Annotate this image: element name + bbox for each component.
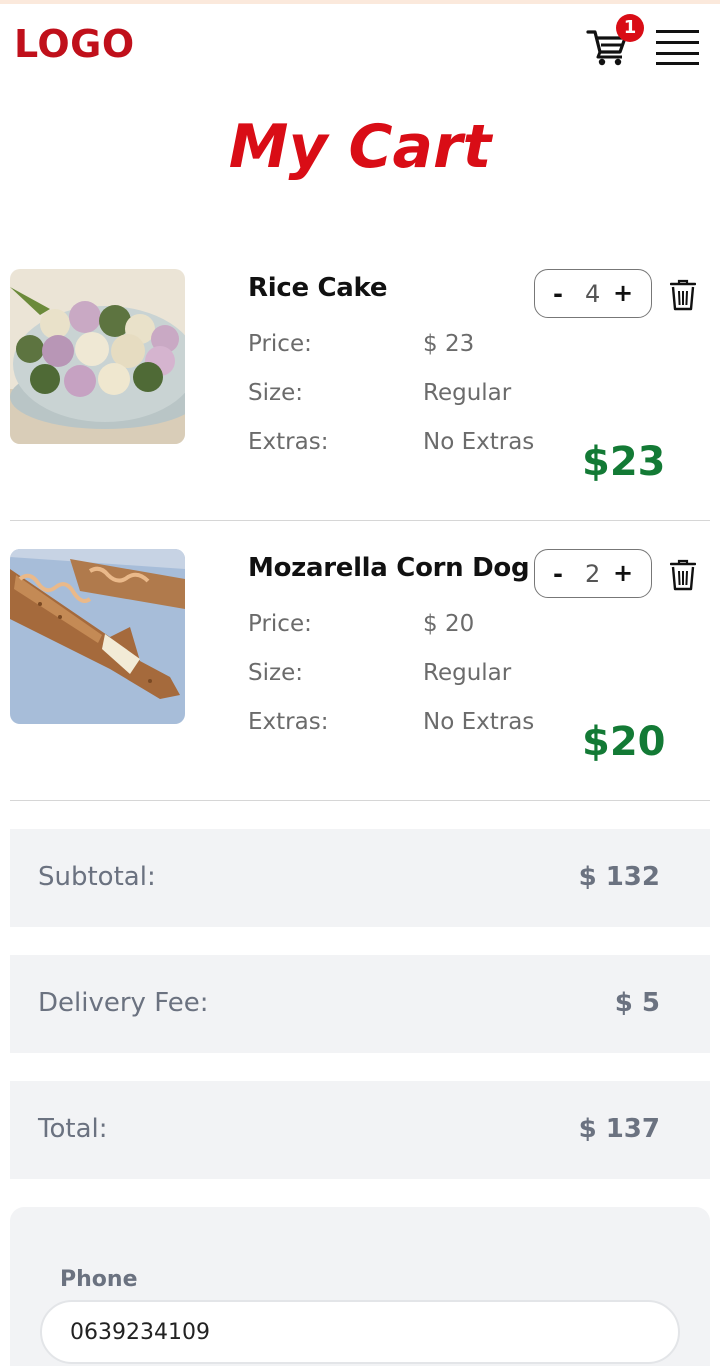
size-label: Size:: [248, 380, 303, 406]
quantity-stepper: - 2 +: [534, 549, 652, 598]
phone-label: Phone: [60, 1267, 138, 1292]
cart-count-badge: 1: [616, 14, 644, 42]
extras-label: Extras:: [248, 429, 329, 455]
phone-input[interactable]: [40, 1300, 680, 1364]
subtotal-row: Subtotal: $ 132: [10, 829, 710, 927]
size-label: Size:: [248, 660, 303, 686]
extras-value: No Extras: [423, 429, 535, 455]
delivery-fee-row: Delivery Fee: $ 5: [10, 955, 710, 1053]
extras-label: Extras:: [248, 709, 329, 735]
delivery-fee-value: $ 5: [614, 988, 660, 1018]
product-image-rice-cake: [10, 269, 185, 444]
cart-item: Mozarella Corn Dog Price: $ 20 Size: Reg…: [10, 549, 710, 801]
item-name: Mozarella Corn Dog: [248, 553, 530, 583]
item-line-total: $20: [582, 719, 666, 765]
remove-item-button[interactable]: [669, 279, 697, 311]
item-name: Rice Cake: [248, 273, 388, 303]
price-label: Price:: [248, 331, 312, 357]
checkout-form: Phone: [10, 1207, 710, 1366]
quantity-stepper: - 4 +: [534, 269, 652, 318]
cart-item: Rice Cake Price: $ 23 Size: Regular Extr…: [10, 269, 710, 521]
total-label: Total:: [38, 1114, 108, 1144]
size-value: Regular: [423, 380, 512, 406]
trash-icon: [669, 559, 697, 591]
remove-item-button[interactable]: [669, 559, 697, 591]
menu-icon: [656, 30, 699, 65]
product-image-corn-dog: [10, 549, 185, 724]
quantity-increase-button[interactable]: +: [613, 559, 633, 587]
total-value: $ 137: [578, 1114, 660, 1144]
subtotal-value: $ 132: [578, 862, 660, 892]
page-title: My Cart: [228, 112, 492, 182]
quantity-value: 2: [585, 560, 601, 588]
price-label: Price:: [248, 611, 312, 637]
item-line-total: $23: [582, 439, 666, 485]
total-row: Total: $ 137: [10, 1081, 710, 1179]
price-value: $ 20: [423, 611, 475, 637]
size-value: Regular: [423, 660, 512, 686]
delivery-fee-label: Delivery Fee:: [38, 988, 209, 1018]
price-value: $ 23: [423, 331, 475, 357]
menu-button[interactable]: [656, 28, 700, 66]
logo[interactable]: LOGO: [14, 22, 135, 66]
trash-icon: [669, 279, 697, 311]
extras-value: No Extras: [423, 709, 535, 735]
subtotal-label: Subtotal:: [38, 862, 156, 892]
quantity-value: 4: [585, 280, 601, 308]
quantity-decrease-button[interactable]: -: [553, 560, 563, 588]
quantity-increase-button[interactable]: +: [613, 279, 633, 307]
quantity-decrease-button[interactable]: -: [553, 280, 563, 308]
site-header: LOGO 1: [0, 4, 720, 88]
